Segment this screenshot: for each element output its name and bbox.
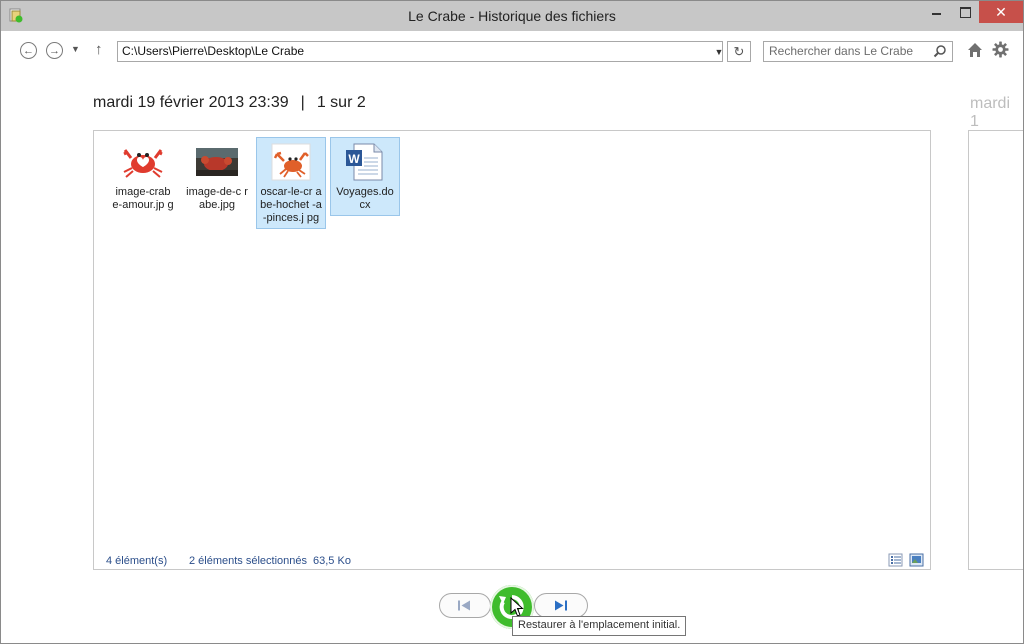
forward-button[interactable]: → [46, 42, 63, 59]
recent-locations-dropdown[interactable]: ▼ [71, 44, 80, 54]
next-version-panel-preview[interactable] [968, 130, 1023, 570]
restore-tooltip: Restaurer à l'emplacement initial. [512, 616, 687, 636]
file-name: image-de-c rabe.jpg [186, 186, 248, 211]
search-icon[interactable] [933, 44, 947, 58]
chevron-down-icon: ▼ [714, 46, 724, 57]
back-button[interactable]: ← [20, 42, 37, 59]
selected-count: 2 éléments sélectionnés [189, 555, 308, 567]
close-icon: ✕ [995, 3, 1007, 20]
crab-photo-thumbnail [196, 148, 238, 176]
refresh-icon: ↻ [733, 43, 745, 59]
selection-status: 2 éléments sélectionnés 63,5 Ko [189, 555, 351, 567]
search-input[interactable]: Rechercher dans Le Crabe [763, 41, 953, 62]
svg-text:W: W [348, 152, 360, 166]
address-dropdown-button[interactable]: ▼ [712, 41, 726, 62]
backup-date-header: mardi 19 février 2013 23:39 | 1 sur 2 [93, 94, 366, 112]
refresh-button[interactable]: ↻ [727, 41, 751, 62]
file-name: image-crab e-amour.jp g [112, 186, 174, 211]
word-document-icon: W [346, 143, 383, 181]
home-icon[interactable] [966, 41, 984, 59]
title-bar[interactable]: Le Crabe - Historique des fichiers ✕ [1, 1, 1023, 31]
file-item-image-crabe-amour[interactable]: image-crab e-amour.jp g [108, 137, 178, 216]
close-button[interactable]: ✕ [979, 1, 1023, 23]
crab-drawing-thumbnail [271, 143, 311, 181]
details-view-icon[interactable] [888, 553, 903, 567]
file-history-window: Le Crabe - Historique des fichiers ✕ ← →… [0, 0, 1024, 644]
search-placeholder: Rechercher dans Le Crabe [769, 44, 914, 58]
address-bar[interactable]: C:\Users\Pierre\Desktop\Le Crabe [117, 41, 723, 62]
file-list-panel: image-crab e-amour.jp g image-de-c rabe.… [93, 130, 931, 570]
chevron-down-icon: ▼ [71, 44, 80, 54]
minimize-button[interactable] [921, 1, 951, 23]
file-item-oscar-le-crabe[interactable]: oscar-le-cr abe-hochet -a-pinces.j pg [256, 137, 326, 229]
header-separator: | [300, 94, 305, 111]
version-position: 1 sur 2 [316, 94, 366, 111]
gear-icon[interactable] [992, 41, 1009, 58]
backup-date: mardi 19 février 2013 23:39 [93, 94, 289, 111]
skip-back-icon [458, 600, 470, 611]
arrow-up-icon: ↑ [95, 41, 103, 58]
arrow-left-icon: ← [23, 44, 34, 57]
window-title: Le Crabe - Historique des fichiers [408, 8, 616, 24]
next-version-button[interactable] [534, 593, 588, 618]
file-item-voyages-docx[interactable]: W Voyages.do cx [330, 137, 400, 216]
toolbar: ← → ▼ ↑ C:\Users\Pierre\Desktop\Le Crabe… [1, 31, 1023, 71]
file-name: oscar-le-cr abe-hochet -a-pinces.j pg [260, 186, 322, 224]
selected-size: 63,5 Ko [313, 555, 351, 567]
arrow-right-icon: → [49, 44, 60, 57]
maximize-button[interactable] [951, 1, 979, 23]
item-count-status: 4 élément(s) [106, 555, 168, 567]
minimize-icon [931, 13, 941, 15]
file-name: Voyages.do cx [336, 186, 394, 211]
previous-version-button[interactable] [439, 593, 491, 618]
up-button[interactable]: ↑ [95, 41, 103, 58]
maximize-icon [959, 6, 971, 18]
next-version-date-preview[interactable]: mardi 1 [970, 95, 1023, 131]
skip-forward-icon [555, 600, 567, 611]
crab-heart-thumbnail [123, 149, 163, 178]
large-icons-view-icon[interactable] [909, 553, 924, 567]
file-item-image-de-crabe[interactable]: image-de-c rabe.jpg [182, 137, 252, 216]
mouse-cursor-icon [510, 597, 524, 617]
